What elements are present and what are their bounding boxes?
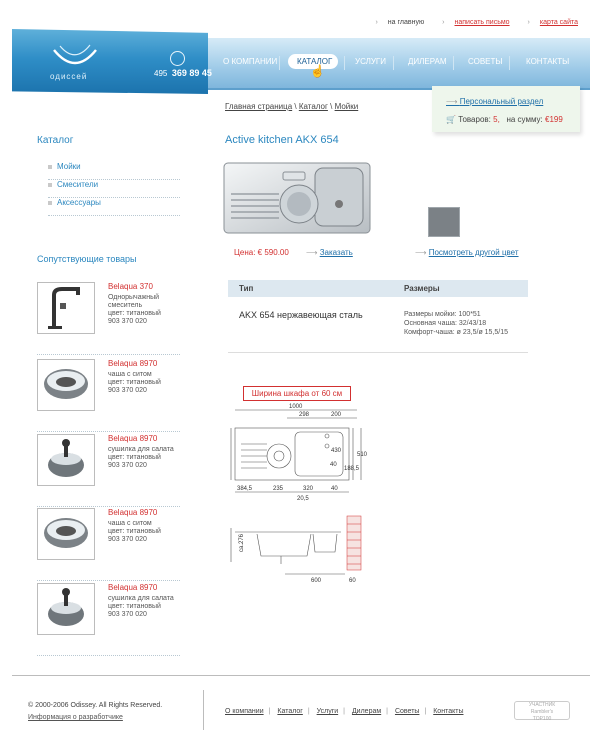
related-item[interactable]: Belaqua 8970 сушилка для салата цвет: тит… xyxy=(37,434,180,507)
catalog-title: Каталог xyxy=(37,135,74,146)
rambler-top100-badge[interactable]: УЧАСТНИК Rambler's TOP100 xyxy=(514,701,570,722)
breadcrumb-catalog[interactable]: Каталог xyxy=(299,102,328,111)
dim-label: 40 xyxy=(330,462,337,468)
sidebar-item-accessories[interactable]: Аксессуары xyxy=(48,198,180,216)
dim-label: 1000 xyxy=(289,404,303,410)
sidebar-item-mixers[interactable]: Смесители xyxy=(48,180,180,198)
nav-divider xyxy=(393,56,394,70)
product-price: Цена: € 590.00 xyxy=(234,248,289,257)
nav-item-company[interactable]: О КОМПАНИИ xyxy=(223,57,277,66)
footer-link-contacts[interactable]: Контакты xyxy=(433,708,463,715)
sidebar-item-sinks[interactable]: Мойки xyxy=(48,162,180,180)
spec-table-header xyxy=(228,280,528,297)
top-links: › на главную › написать письмо › карта сайт… xyxy=(359,19,578,26)
phone-number: 495 369 89 45 xyxy=(154,68,212,78)
faucet-icon xyxy=(37,282,95,334)
footer-link-dealers[interactable]: Дилерам xyxy=(352,708,381,715)
related-title: Сопутствующие товары xyxy=(37,254,137,264)
arrow-icon: ⟶ xyxy=(446,97,460,106)
related-item[interactable]: Belaqua 370 Однорычажный смеситель цвет: … xyxy=(37,282,180,355)
cabinet-width-note: Ширина шкафа от 60 см xyxy=(243,386,351,401)
order-link[interactable]: ⟶ Заказать xyxy=(306,248,353,257)
bullet-icon xyxy=(48,182,52,187)
site-map-link[interactable]: › карта сайта xyxy=(520,19,578,26)
related-item[interactable]: Belaqua 8970 сушилка для салата цвет: тит… xyxy=(37,583,180,656)
dim-label: 188,5 xyxy=(344,466,360,472)
cart-icon: 🛒 xyxy=(446,115,459,124)
bullet-icon xyxy=(48,200,52,205)
color-swatch[interactable] xyxy=(428,207,460,237)
nav-divider xyxy=(509,56,510,70)
copyright: © 2000-2006 Odissey. All Rights Reserved… xyxy=(28,702,163,709)
breadcrumb-home[interactable]: Главная страница xyxy=(225,102,292,111)
nav-divider xyxy=(279,56,280,70)
nav-divider xyxy=(453,56,454,70)
arrow-icon: ⟶ xyxy=(306,248,320,257)
column-header-type: Тип xyxy=(239,284,254,293)
phone-icon xyxy=(170,51,185,66)
footer-divider xyxy=(12,675,590,676)
dim-label: 235 xyxy=(273,486,284,492)
dim-label: 600 xyxy=(311,578,322,584)
technical-drawing-top: 1000 298 200 430 510 40 188,5 384,5 235 … xyxy=(230,404,367,502)
hand-cursor-icon: ☝ xyxy=(310,64,325,78)
logo-swoosh-icon[interactable] xyxy=(50,42,100,70)
footer-link-catalog[interactable]: Каталог xyxy=(277,708,302,715)
nav-item-dealers[interactable]: ДИЛЕРАМ xyxy=(408,57,447,66)
dim-label: 384,5 xyxy=(237,486,253,492)
sink-image-icon xyxy=(223,162,371,234)
technical-drawing-side: ca.276 600 60 xyxy=(230,515,362,584)
nav-item-contacts[interactable]: КОНТАКТЫ xyxy=(526,57,569,66)
logo-text: одиссей xyxy=(50,72,88,81)
dim-label: 40 xyxy=(331,486,338,492)
breadcrumb: Главная страница \ Каталог \ Мойки xyxy=(225,102,359,111)
cart-panel xyxy=(432,86,580,132)
dim-label: 430 xyxy=(331,448,342,454)
dimensions-text: Размеры мойки: 100*51 Основная чаша: 32/… xyxy=(404,311,509,336)
salad-spinner-icon xyxy=(37,434,95,486)
write-letter-link[interactable]: › написать письмо xyxy=(434,19,509,26)
nav-item-tips[interactable]: СОВЕТЫ xyxy=(468,57,502,66)
footer-link-services[interactable]: Услуги xyxy=(317,708,339,715)
table-divider xyxy=(228,352,528,353)
dim-label: 320 xyxy=(303,486,314,492)
home-link[interactable]: › на главную xyxy=(367,19,424,26)
product-title: Active kitchen AKX 654 xyxy=(225,134,339,146)
cart-summary: 🛒 Товаров: 5, на сумму: €199 xyxy=(446,115,563,124)
salad-spinner-icon xyxy=(37,583,95,635)
dim-label: ca.276 xyxy=(239,533,245,552)
bullet-icon xyxy=(48,164,52,169)
footer-separator xyxy=(203,690,204,730)
dim-label: 298 xyxy=(299,412,310,418)
bowl-icon xyxy=(37,359,95,411)
dim-label: 200 xyxy=(331,412,342,418)
dim-label: 20,5 xyxy=(297,496,309,502)
model-name: AKX 654 нержавеющая сталь xyxy=(239,310,363,320)
bowl-icon xyxy=(37,508,95,560)
column-header-size: Размеры xyxy=(404,284,440,293)
related-item[interactable]: Belaqua 8970 чаша с ситом цвет: титановый… xyxy=(37,508,180,581)
dim-label: 510 xyxy=(357,452,367,458)
other-color-link[interactable]: ⟶ Посмотреть другой цвет xyxy=(415,248,519,257)
related-item[interactable]: Belaqua 8970 чаша с ситом цвет: титановый… xyxy=(37,359,180,432)
breadcrumb-sinks[interactable]: Мойки xyxy=(335,102,359,111)
dim-label: 60 xyxy=(349,578,356,584)
footer-link-company[interactable]: О компании xyxy=(225,708,264,715)
arrow-icon: ⟶ xyxy=(415,248,429,257)
personal-section-link[interactable]: ⟶ Персональный раздел xyxy=(446,97,543,106)
nav-divider xyxy=(344,56,345,70)
footer-link-tips[interactable]: Советы xyxy=(395,708,420,715)
footer-nav: О компании | Каталог | Услуги | Дилерам | Со… xyxy=(225,708,464,715)
nav-item-services[interactable]: УСЛУГИ xyxy=(355,57,386,66)
developer-info-link[interactable]: Информация о разработчике xyxy=(28,714,123,721)
